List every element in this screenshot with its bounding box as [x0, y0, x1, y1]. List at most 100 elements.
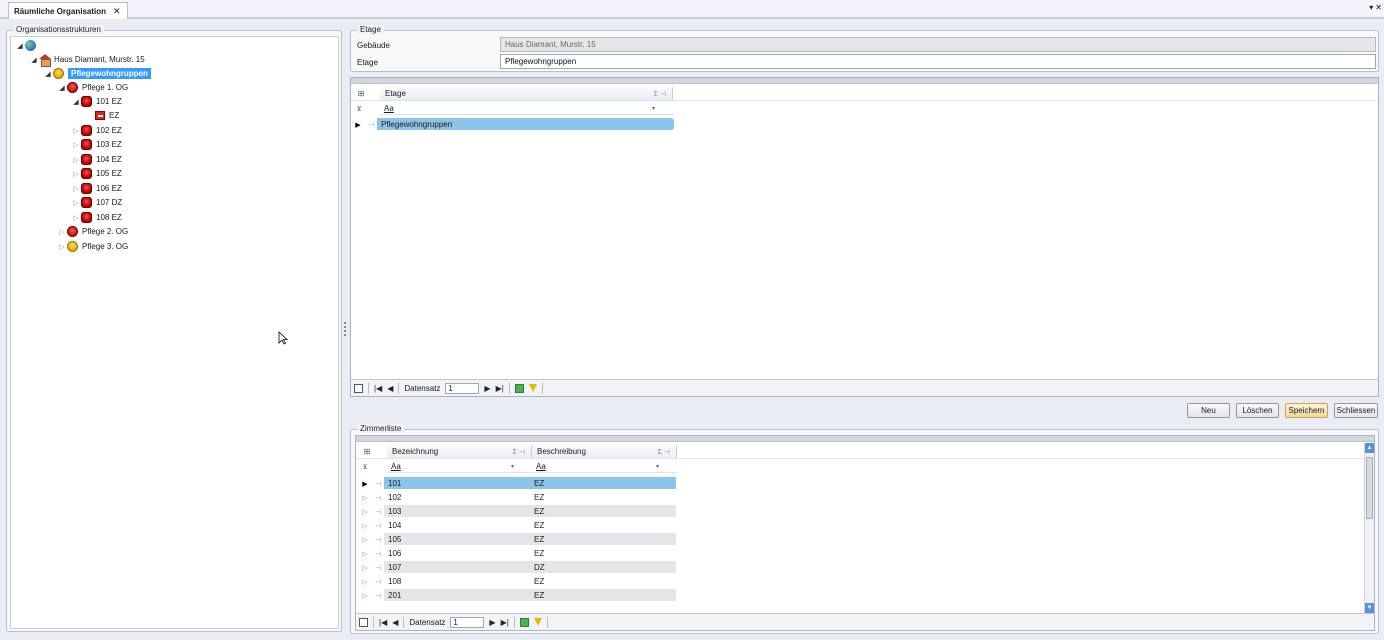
table-row[interactable]: ▷ ⊣ 105 EZ — [356, 533, 686, 546]
tree-node-pflege-1-og[interactable]: ◢ Pflege 1. OG — [57, 81, 128, 94]
bezeichnung-cell[interactable]: 102 — [384, 491, 530, 504]
bezeichnung-cell[interactable]: 108 — [384, 575, 530, 588]
filter-funnel-icon[interactable] — [528, 384, 537, 392]
etage-filter-cell[interactable]: Aa ▾ — [380, 102, 673, 115]
record-number-input[interactable]: 1 — [450, 616, 485, 628]
column-header-etage[interactable]: Etage Σ ⊣ — [380, 87, 673, 100]
table-row[interactable]: ▶ ⊣ Pflegewohngruppen — [351, 118, 681, 131]
beschreibung-cell[interactable]: EZ — [530, 505, 676, 518]
beschreibung-cell[interactable]: EZ — [530, 575, 676, 588]
previous-record-button[interactable]: ◀ — [392, 618, 398, 627]
expand-toggle-icon[interactable]: ◢ — [29, 56, 39, 64]
filter-funnel-icon[interactable] — [533, 618, 542, 626]
expand-toggle-icon[interactable]: ◢ — [57, 84, 67, 92]
expand-toggle-icon[interactable]: ◢ — [15, 42, 25, 50]
row-pin-icon[interactable]: ⊣ — [372, 477, 384, 490]
scroll-up-icon[interactable]: ▲ — [1365, 443, 1374, 453]
beschreibung-filter-cell[interactable]: Aa ▾ — [532, 460, 677, 473]
row-pin-icon[interactable]: ⊣ — [372, 505, 384, 518]
filter-dropdown-icon[interactable]: ▾ — [656, 463, 659, 470]
column-header-bezeichnung[interactable]: Bezeichnung Σ ⊣ — [387, 445, 532, 458]
next-record-button[interactable]: ▶ — [489, 618, 495, 627]
tree-node-room-102[interactable]: ▷ 102 EZ — [71, 124, 122, 137]
tree-node-room-104[interactable]: ▷ 104 EZ — [71, 153, 122, 166]
bezeichnung-cell[interactable]: 201 — [384, 589, 530, 602]
expand-toggle-icon[interactable]: ▷ — [57, 228, 67, 236]
beschreibung-cell[interactable]: EZ — [530, 519, 676, 532]
last-record-button[interactable]: ▶| — [501, 618, 509, 627]
expand-toggle-icon[interactable]: ▷ — [71, 199, 81, 207]
bezeichnung-cell[interactable]: 103 — [384, 505, 530, 518]
bezeichnung-cell[interactable]: 106 — [384, 547, 530, 560]
scroll-thumb[interactable] — [1366, 457, 1373, 519]
expand-toggle-icon[interactable]: ▷ — [71, 141, 81, 149]
expand-toggle-icon[interactable]: ▷ — [71, 185, 81, 193]
expand-toggle-icon[interactable]: ◢ — [43, 70, 53, 78]
vertical-scrollbar[interactable]: ▲ ▼ — [1364, 443, 1374, 613]
bezeichnung-cell[interactable]: 104 — [384, 519, 530, 532]
row-pin-icon[interactable]: ⊣ — [372, 533, 384, 546]
previous-record-button[interactable]: ◀ — [387, 384, 393, 393]
tree-node-room-107[interactable]: ▷ 107 DZ — [71, 196, 122, 209]
neu-button[interactable]: Neu — [1187, 403, 1230, 418]
beschreibung-cell[interactable]: EZ — [530, 547, 676, 560]
table-row[interactable]: ▷ ⊣ 104 EZ — [356, 519, 686, 532]
beschreibung-cell[interactable]: EZ — [530, 533, 676, 546]
summary-pin-icon[interactable]: Σ ⊣ — [654, 90, 666, 98]
etage-grid[interactable]: ⊞ Etage Σ ⊣ ⊻ Aa ▾ ▶ ⊣ Pflegewohngruppen… — [350, 77, 1379, 397]
table-row[interactable]: ▷ ⊣ 108 EZ — [356, 575, 686, 588]
tree-node-pflege-2-og[interactable]: ▷ Pflege 2. OG — [57, 225, 128, 238]
excel-export-icon[interactable] — [514, 383, 524, 393]
panel-splitter[interactable] — [343, 322, 347, 336]
bezeichnung-cell[interactable]: 107 — [384, 561, 530, 574]
tree-node-room-106[interactable]: ▷ 106 EZ — [71, 182, 122, 195]
tree-node-room-108[interactable]: ▷ 108 EZ — [71, 211, 122, 224]
expand-toggle-icon[interactable]: ▷ — [57, 243, 67, 251]
tree-node-bed-ez[interactable]: EZ — [95, 109, 119, 122]
etage-field[interactable] — [500, 54, 1376, 69]
schliessen-button[interactable]: Schliessen — [1334, 403, 1378, 418]
grid-settings-icon[interactable] — [359, 617, 368, 627]
close-tab-icon[interactable]: ✕ — [113, 6, 121, 17]
column-header-beschreibung[interactable]: Beschreibung Σ ⊣ — [532, 445, 677, 458]
gebaeude-field[interactable] — [500, 37, 1376, 52]
expand-toggle-icon[interactable]: ▷ — [71, 214, 81, 222]
expand-toggle-icon[interactable]: ▷ — [71, 127, 81, 135]
window-close-icon[interactable]: ✕ — [1375, 3, 1382, 12]
row-pin-icon[interactable]: ⊣ — [372, 561, 384, 574]
expand-toggle-icon[interactable]: ▷ — [71, 170, 81, 178]
column-chooser-icon[interactable]: ⊞ — [354, 87, 368, 100]
tree-node-house[interactable]: ◢ Haus Diamant, Murstr. 15 — [29, 53, 145, 67]
table-row[interactable]: ▷ ⊣ 201 EZ — [356, 589, 686, 602]
tree-node-room-103[interactable]: ▷ 103 EZ — [71, 138, 122, 151]
bezeichnung-filter-cell[interactable]: Aa ▾ — [387, 460, 532, 473]
record-number-input[interactable]: 1 — [445, 382, 480, 394]
loeschen-button[interactable]: Löschen — [1236, 403, 1279, 418]
window-menu-icon[interactable]: ▾ — [1369, 3, 1373, 12]
beschreibung-cell[interactable]: EZ — [530, 477, 676, 490]
row-pin-icon[interactable]: ⊣ — [372, 491, 384, 504]
grid-settings-icon[interactable] — [354, 383, 363, 393]
tree-node-room-101[interactable]: ◢ 101 EZ — [71, 95, 122, 108]
row-pin-icon[interactable]: ⊣ — [372, 519, 384, 532]
table-row[interactable]: ▷ ⊣ 102 EZ — [356, 491, 686, 504]
scroll-down-icon[interactable]: ▼ — [1365, 603, 1374, 613]
excel-export-icon[interactable] — [519, 617, 529, 627]
bezeichnung-cell[interactable]: 101 — [384, 477, 530, 490]
next-record-button[interactable]: ▶ — [484, 384, 490, 393]
tree-node-root[interactable]: ◢ — [15, 39, 40, 52]
table-row[interactable]: ▶ ⊣ 101 EZ — [356, 477, 686, 490]
etage-cell[interactable]: Pflegewohngruppen — [377, 118, 674, 131]
organisation-tree[interactable]: ◢ ◢ Haus Diamant, Murstr. 15 ◢ Pflegewoh… — [10, 36, 339, 629]
table-row[interactable]: ▷ ⊣ 103 EZ — [356, 505, 686, 518]
filter-dropdown-icon[interactable]: ▾ — [652, 105, 655, 112]
beschreibung-cell[interactable]: EZ — [530, 491, 676, 504]
row-pin-icon[interactable]: ⊣ — [372, 589, 384, 602]
row-pin-icon[interactable]: ⊣ — [372, 575, 384, 588]
row-pin-icon[interactable]: ⊣ — [372, 547, 384, 560]
beschreibung-cell[interactable]: DZ — [530, 561, 676, 574]
table-row[interactable]: ▷ ⊣ 107 DZ — [356, 561, 686, 574]
first-record-button[interactable]: |◀ — [379, 618, 387, 627]
expand-toggle-icon[interactable]: ▷ — [71, 156, 81, 164]
speichern-button[interactable]: Speichern — [1285, 403, 1328, 418]
